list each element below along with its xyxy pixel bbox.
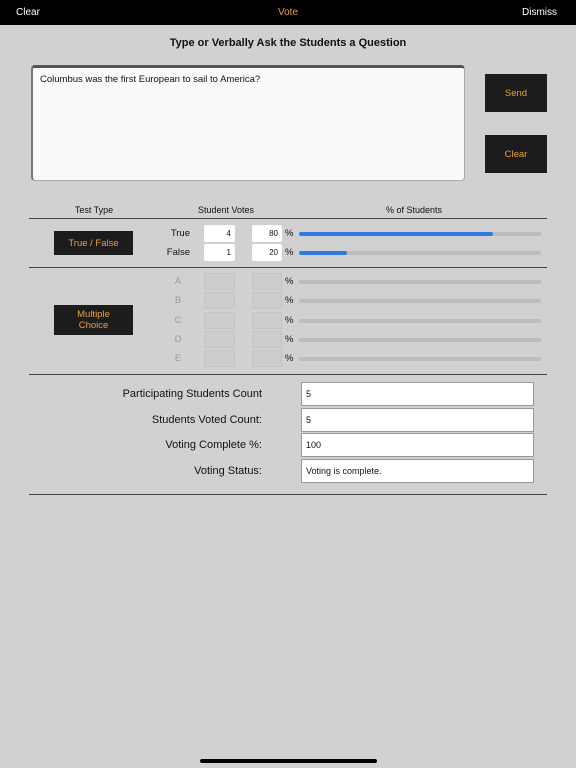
false-progress-fill	[299, 251, 348, 255]
percent-sign: %	[285, 315, 294, 326]
home-indicator	[200, 759, 377, 763]
divider	[29, 494, 547, 495]
false-progress-bar	[299, 251, 541, 255]
b-progress-bar	[299, 299, 541, 303]
d-votes-field	[204, 331, 235, 348]
b-percent-field	[252, 292, 282, 309]
nav-clear-button[interactable]: Clear	[16, 0, 40, 25]
voted-count-label: Students Voted Count:	[151, 414, 262, 426]
question-textarea[interactable]: Columbus was the first European to sail …	[31, 65, 465, 181]
true-false-button[interactable]: True / False	[54, 231, 133, 255]
voting-status-label: Voting Status:	[194, 465, 262, 477]
divider	[29, 267, 547, 268]
true-votes-field: 4	[204, 225, 235, 242]
c-percent-field	[252, 312, 282, 329]
header-student-votes: Student Votes	[197, 205, 255, 215]
percent-sign: %	[285, 334, 294, 345]
divider	[29, 374, 547, 375]
e-percent-field	[252, 350, 282, 367]
percent-sign: %	[285, 276, 294, 287]
multiple-choice-label: Multiple Choice	[77, 309, 110, 331]
nav-dismiss-button[interactable]: Dismiss	[522, 0, 557, 25]
participating-count-label: Participating Students Count	[122, 388, 262, 400]
c-progress-bar	[299, 319, 541, 323]
percent-sign: %	[285, 353, 294, 364]
participating-count-field[interactable]: 5	[301, 382, 534, 406]
a-percent-field	[252, 273, 282, 290]
true-progress-bar	[299, 232, 541, 236]
true-progress-fill	[299, 232, 493, 236]
option-label-false: False	[166, 247, 190, 258]
e-votes-field	[204, 350, 235, 367]
option-label-a: A	[174, 276, 182, 287]
option-label-d: D	[174, 334, 182, 345]
e-progress-bar	[299, 357, 541, 361]
percent-sign: %	[285, 295, 294, 306]
d-progress-bar	[299, 338, 541, 342]
false-votes-field: 1	[204, 244, 235, 261]
question-prompt: Type or Verbally Ask the Students a Ques…	[169, 37, 407, 49]
b-votes-field	[204, 292, 235, 309]
option-label-c: C	[174, 315, 182, 326]
c-votes-field	[204, 312, 235, 329]
header-pct-students: % of Students	[385, 205, 443, 215]
header-test-type: Test Type	[74, 205, 114, 215]
voting-complete-field[interactable]: 100	[301, 433, 534, 457]
a-votes-field	[204, 273, 235, 290]
false-percent-field: 20	[252, 244, 282, 261]
percent-sign: %	[285, 228, 294, 239]
option-label-true: True	[170, 228, 190, 239]
nav-bar: Clear Vote Dismiss	[0, 0, 576, 25]
percent-sign: %	[285, 247, 294, 258]
voted-count-field[interactable]: 5	[301, 408, 534, 432]
multiple-choice-label-line1: Multiple	[77, 309, 110, 320]
option-label-b: B	[174, 295, 182, 306]
multiple-choice-label-line2: Choice	[78, 320, 109, 331]
multiple-choice-button[interactable]: Multiple Choice	[54, 305, 133, 335]
clear-button[interactable]: Clear	[485, 135, 547, 173]
true-percent-field: 80	[252, 225, 282, 242]
divider	[29, 218, 547, 219]
send-button[interactable]: Send	[485, 74, 547, 112]
voting-status-field[interactable]: Voting is complete.	[301, 459, 534, 483]
voting-complete-label: Voting Complete %:	[165, 439, 262, 451]
option-label-e: E	[174, 353, 182, 364]
d-percent-field	[252, 331, 282, 348]
nav-title: Vote	[277, 7, 299, 18]
a-progress-bar	[299, 280, 541, 284]
